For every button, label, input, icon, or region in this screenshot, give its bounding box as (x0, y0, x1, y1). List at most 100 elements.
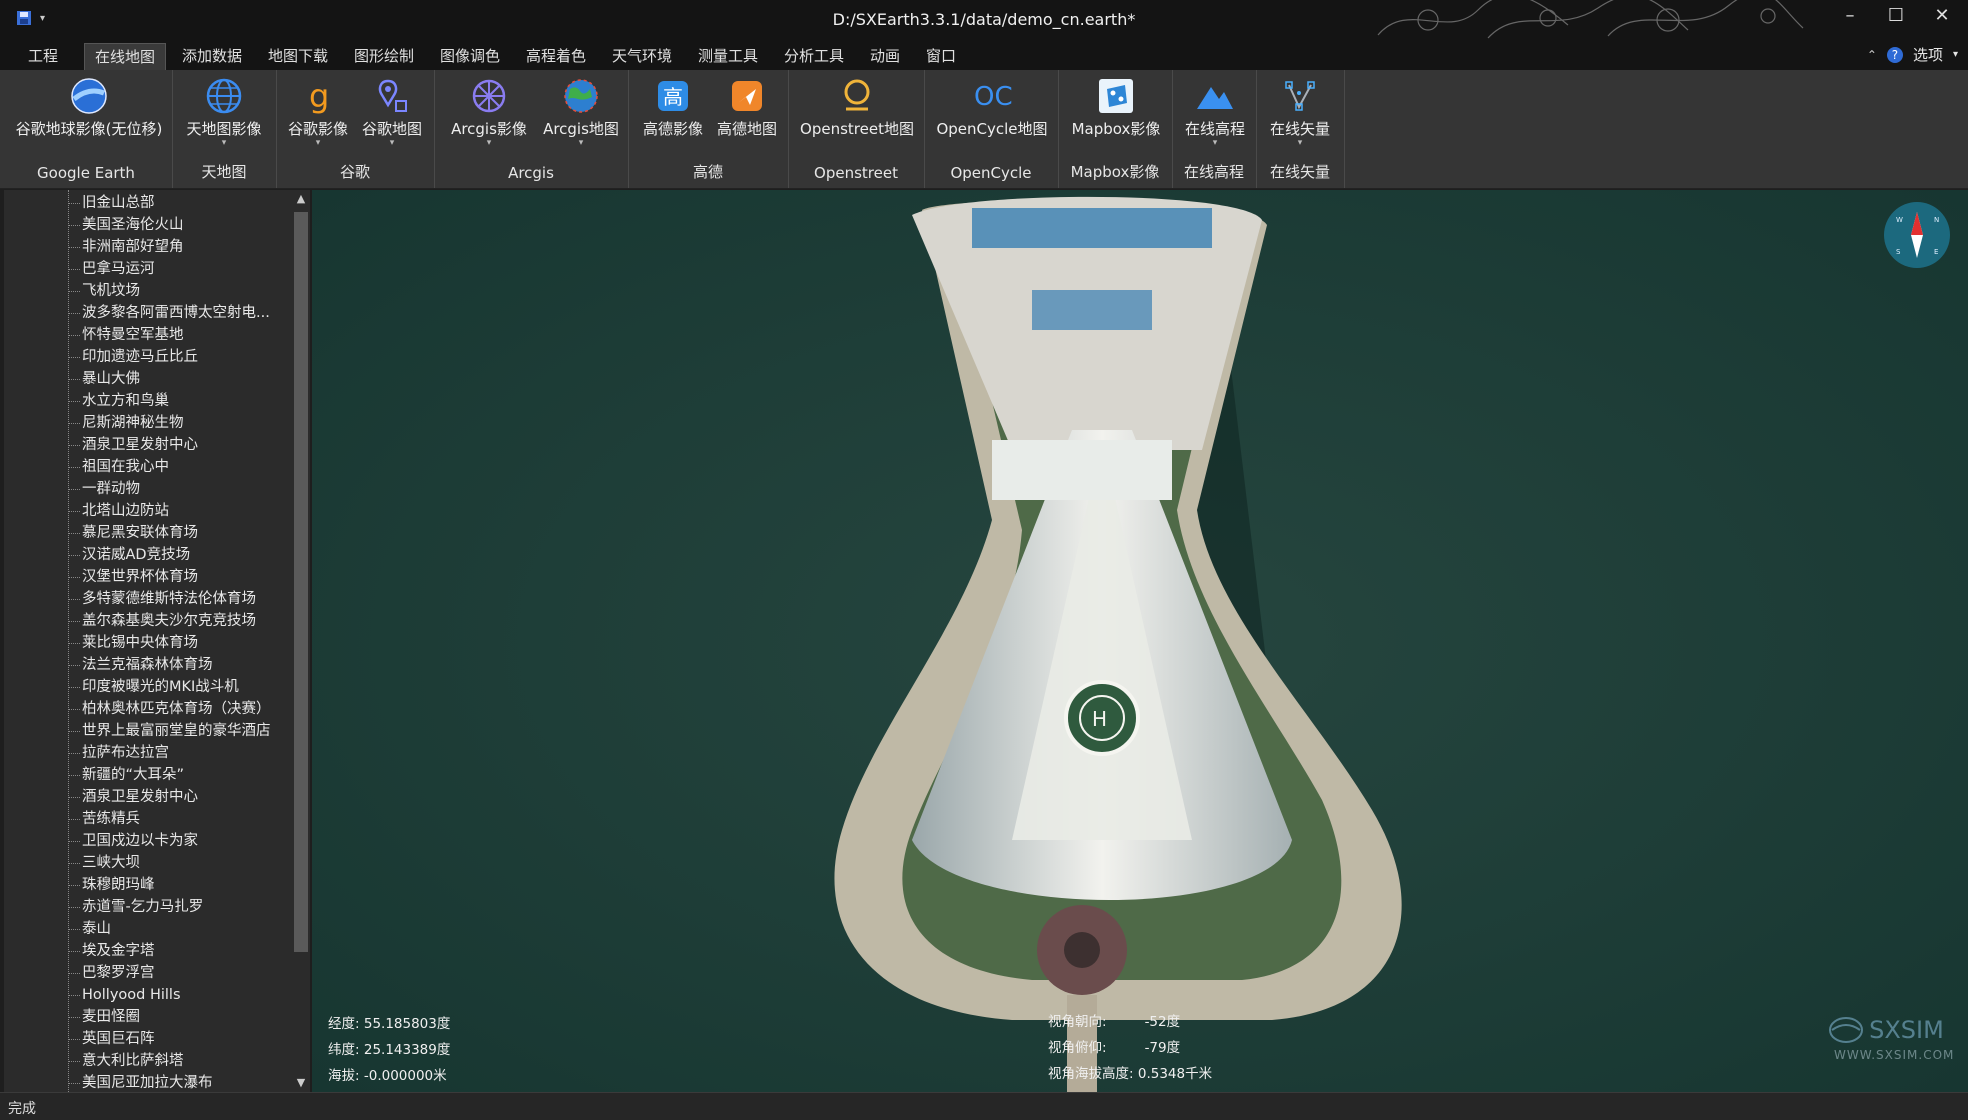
list-item[interactable]: 旧金山总部 (4, 192, 290, 214)
list-item[interactable]: 汉堡世界杯体育场 (4, 566, 290, 588)
tab-online-map[interactable]: 在线地图 (84, 43, 167, 71)
watermark-brand: SXSIM (1869, 1016, 1944, 1044)
list-item[interactable]: 慕尼黑安联体育场 (4, 522, 290, 544)
online-vector-button[interactable]: 在线矢量 ▾ (1264, 76, 1336, 148)
list-item[interactable]: 波多黎各阿雷西博太空射电... (4, 302, 290, 324)
google-earth-imagery-button[interactable]: 谷歌地球影像(无位移) (14, 76, 164, 139)
group-online-elevation: 在线高程 ▾ 在线高程 (1172, 70, 1257, 188)
gaode-imagery-button[interactable]: 高 高德影像 (638, 76, 708, 139)
tree-branch-line (68, 753, 80, 754)
scrollbar-thumb[interactable] (294, 212, 308, 952)
mapbox-imagery-button[interactable]: Mapbox影像 (1070, 76, 1162, 139)
list-item[interactable]: 拉萨布达拉宫 (4, 742, 290, 764)
tree-branch-line (68, 885, 80, 886)
list-item-label: 印加遗迹马丘比丘 (82, 349, 198, 365)
list-item-label: 酒泉卫星发射中心 (82, 789, 198, 805)
help-icon[interactable]: ? (1886, 46, 1903, 63)
tab-animation[interactable]: 动画 (860, 43, 910, 70)
google-imagery-button[interactable]: g 谷歌影像 ▾ (284, 76, 352, 148)
close-icon[interactable]: ✕ (1932, 6, 1952, 26)
list-item[interactable]: 一群动物 (4, 478, 290, 500)
arcgis-imagery-button[interactable]: Arcgis影像 ▾ (446, 76, 532, 148)
scroll-down-icon[interactable]: ▼ (292, 1074, 310, 1092)
list-item[interactable]: 印加遗迹马丘比丘 (4, 346, 290, 368)
list-item-label: 盖尔森基奥夫沙尔克竞技场 (82, 613, 256, 629)
list-item[interactable]: 赤道雪-乞力马扎罗 (4, 896, 290, 918)
list-item-label: 意大利比萨斜塔 (82, 1053, 184, 1069)
list-item[interactable]: 暴山大佛 (4, 368, 290, 390)
options-menu[interactable]: 选项 (1913, 44, 1943, 65)
tab-weather[interactable]: 天气环境 (602, 43, 682, 70)
svg-text:OC: OC (974, 82, 1012, 112)
list-item[interactable]: 柏林奥林匹克体育场（决赛） (4, 698, 290, 720)
list-item[interactable]: 卫国戍边以卡为家 (4, 830, 290, 852)
list-item[interactable]: 美国圣海伦火山 (4, 214, 290, 236)
group-google-earth: 谷歌地球影像(无位移) Google Earth (0, 70, 173, 188)
tianditu-imagery-button[interactable]: 天地图影像 ▾ (184, 76, 264, 148)
gaode-map-button[interactable]: 高德地图 (712, 76, 782, 139)
list-item[interactable]: 水立方和鸟巢 (4, 390, 290, 412)
ribbon-collapse-icon[interactable]: ⌃ (1867, 48, 1877, 62)
heading-readout: 视角朝向: -52度 (1048, 1010, 1180, 1030)
list-item[interactable]: 印度被曝光的MKI战斗机 (4, 676, 290, 698)
tree-branch-line (68, 247, 80, 248)
list-item[interactable]: 尼斯湖神秘生物 (4, 412, 290, 434)
tab-drawing[interactable]: 图形绘制 (344, 43, 424, 70)
dropdown-caret-icon: ▾ (1297, 138, 1303, 148)
gaode-imagery-icon: 高 (658, 81, 688, 111)
list-item[interactable]: Hollyood Hills (4, 984, 290, 1006)
scroll-up-icon[interactable]: ▲ (292, 190, 310, 208)
list-item[interactable]: 意大利比萨斜塔 (4, 1050, 290, 1072)
tab-map-download[interactable]: 地图下载 (258, 43, 338, 70)
compass-icon[interactable]: W N S E (1882, 200, 1952, 270)
title-bar: ▾ D:/SXEarth3.3.1/data/demo_cn.earth* – … (0, 0, 1968, 40)
list-item[interactable]: 苦练精兵 (4, 808, 290, 830)
scrollbar[interactable]: ▲ ▼ (292, 190, 310, 1092)
list-item[interactable]: 盖尔森基奥夫沙尔克竞技场 (4, 610, 290, 632)
list-item[interactable]: 汉诺威AD竞技场 (4, 544, 290, 566)
options-dropdown-icon[interactable]: ▾ (1953, 49, 1958, 60)
tab-image-color[interactable]: 图像调色 (430, 43, 510, 70)
status-bar: 完成 (0, 1092, 1968, 1120)
map-view[interactable]: H W N S E 经度: 55.185803度 纬度: 25.143389度 … (312, 190, 1968, 1092)
list-item[interactable]: 麦田怪圈 (4, 1006, 290, 1028)
list-item[interactable]: 世界上最富丽堂皇的豪华酒店 (4, 720, 290, 742)
list-item[interactable]: 法兰克福森林体育场 (4, 654, 290, 676)
list-item[interactable]: 酒泉卫星发射中心 (4, 434, 290, 456)
list-item[interactable]: 埃及金字塔 (4, 940, 290, 962)
list-item[interactable]: 美国尼亚加拉大瀑布 (4, 1072, 290, 1092)
tab-elevation-color[interactable]: 高程着色 (516, 43, 596, 70)
list-item[interactable]: 英国巨石阵 (4, 1028, 290, 1050)
list-item[interactable]: 三峡大坝 (4, 852, 290, 874)
group-label: Arcgis (508, 164, 554, 182)
list-item[interactable]: 巴黎罗浮宫 (4, 962, 290, 984)
tab-window[interactable]: 窗口 (916, 43, 966, 70)
list-item[interactable]: 祖国在我心中 (4, 456, 290, 478)
maximize-icon[interactable]: ☐ (1886, 6, 1906, 26)
tab-project[interactable]: 工程 (18, 43, 68, 70)
google-map-button[interactable]: 谷歌地图 ▾ (358, 76, 426, 148)
online-elevation-label: 在线高程 (1184, 120, 1245, 138)
list-item-label: 柏林奥林匹克体育场（决赛） (82, 701, 271, 717)
tab-measure[interactable]: 测量工具 (688, 43, 768, 70)
opencycle-map-button[interactable]: OC OpenCycle地图 (932, 76, 1052, 139)
list-item[interactable]: 酒泉卫星发射中心 (4, 786, 290, 808)
list-item[interactable]: 珠穆朗玛峰 (4, 874, 290, 896)
list-item[interactable]: 多特蒙德维斯特法伦体育场 (4, 588, 290, 610)
arcgis-imagery-label: Arcgis影像 (451, 120, 527, 138)
minimize-icon[interactable]: – (1840, 6, 1860, 26)
list-item[interactable]: 飞机坟场 (4, 280, 290, 302)
list-item[interactable]: 泰山 (4, 918, 290, 940)
tab-analysis[interactable]: 分析工具 (774, 43, 854, 70)
arcgis-map-button[interactable]: Arcgis地图 ▾ (538, 76, 624, 148)
list-item[interactable]: 莱比锡中央体育场 (4, 632, 290, 654)
list-item[interactable]: 北塔山边防站 (4, 500, 290, 522)
list-item[interactable]: 新疆的“大耳朵” (4, 764, 290, 786)
arcgis-map-label: Arcgis地图 (543, 120, 619, 138)
list-item[interactable]: 巴拿马运河 (4, 258, 290, 280)
tab-add-data[interactable]: 添加数据 (172, 43, 252, 70)
openstreet-map-button[interactable]: Openstreet地图 (798, 76, 916, 139)
list-item[interactable]: 怀特曼空军基地 (4, 324, 290, 346)
online-elevation-button[interactable]: 在线高程 ▾ (1180, 76, 1250, 148)
list-item[interactable]: 非洲南部好望角 (4, 236, 290, 258)
